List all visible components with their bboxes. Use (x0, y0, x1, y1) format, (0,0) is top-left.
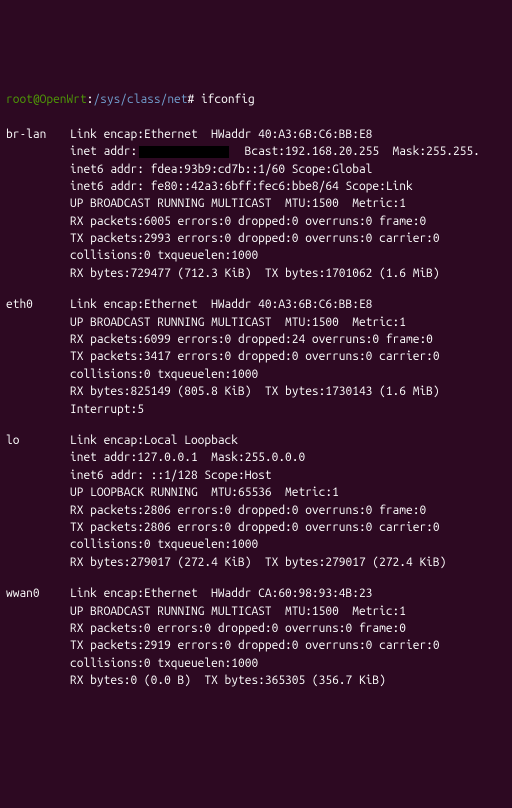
interface-block: loLink encap:Local Loopback inet addr:127… (6, 432, 506, 571)
output-line: inet addr:127.0.0.1 Mask:255.0.0.0 (6, 449, 506, 466)
terminal-output[interactable]: root@OpenWrt:/sys/class/net# ifconfig br… (6, 74, 506, 721)
line-text: TX packets:2919 errors:0 dropped:0 overr… (70, 639, 440, 652)
interface-name: br-lan (6, 126, 70, 143)
output-line: UP BROADCAST RUNNING MULTICAST MTU:1500 … (6, 603, 506, 620)
output-line: UP BROADCAST RUNNING MULTICAST MTU:1500 … (6, 314, 506, 331)
prompt-line: root@OpenWrt:/sys/class/net# ifconfig (6, 91, 506, 108)
output-line: TX packets:3417 errors:0 dropped:0 overr… (6, 348, 506, 365)
output-line: eth0Link encap:Ethernet HWaddr 40:A3:6B:… (6, 296, 506, 313)
output-line: RX bytes:825149 (805.8 KiB) TX bytes:173… (6, 383, 506, 400)
line-text: inet6 addr: ::1/128 Scope:Host (70, 469, 272, 482)
line-text: RX bytes:279017 (272.4 KiB) TX bytes:279… (70, 556, 446, 569)
prompt-at: @ (33, 93, 40, 106)
line-text: TX packets:2993 errors:0 dropped:0 overr… (70, 232, 440, 245)
prompt-command: ifconfig (201, 93, 255, 106)
interface-name: eth0 (6, 296, 70, 313)
line-text: collisions:0 txqueuelen:1000 (70, 657, 258, 670)
output-line: RX packets:0 errors:0 dropped:0 overruns… (6, 620, 506, 637)
line-text: collisions:0 txqueuelen:1000 (70, 249, 258, 262)
line-text: Interrupt:5 (70, 403, 144, 416)
line-text: inet addr: (70, 145, 137, 158)
output-line: UP LOOPBACK RUNNING MTU:65536 Metric:1 (6, 484, 506, 501)
line-text: inet addr:127.0.0.1 Mask:255.0.0.0 (70, 451, 305, 464)
line-text: Link encap:Ethernet HWaddr 40:A3:6B:C6:B… (70, 298, 372, 311)
output-line: RX packets:2806 errors:0 dropped:0 overr… (6, 502, 506, 519)
output-line: collisions:0 txqueuelen:1000 (6, 366, 506, 383)
output-line: RX bytes:279017 (272.4 KiB) TX bytes:279… (6, 554, 506, 571)
line-text: UP BROADCAST RUNNING MULTICAST MTU:1500 … (70, 316, 406, 329)
line-text: collisions:0 txqueuelen:1000 (70, 538, 258, 551)
line-text: UP BROADCAST RUNNING MULTICAST MTU:1500 … (70, 605, 406, 618)
interface-block: eth0Link encap:Ethernet HWaddr 40:A3:6B:… (6, 296, 506, 418)
output-line: loLink encap:Local Loopback (6, 432, 506, 449)
output-line: wwan0Link encap:Ethernet HWaddr CA:60:98… (6, 585, 506, 602)
output-line: TX packets:2806 errors:0 dropped:0 overr… (6, 519, 506, 536)
line-text: Link encap:Local Loopback (70, 434, 238, 447)
line-text: inet6 addr: fdea:93b9:cd7b::1/60 Scope:G… (70, 163, 372, 176)
line-text: collisions:0 txqueuelen:1000 (70, 368, 258, 381)
output-line: RX bytes:0 (0.0 B) TX bytes:365305 (356.… (6, 672, 506, 689)
interface-block: wwan0Link encap:Ethernet HWaddr CA:60:98… (6, 585, 506, 689)
line-text: RX packets:0 errors:0 dropped:0 overruns… (70, 622, 406, 635)
output-line: RX bytes:729477 (712.3 KiB) TX bytes:170… (6, 265, 506, 282)
line-text: RX bytes:729477 (712.3 KiB) TX bytes:170… (70, 267, 440, 280)
output-line: TX packets:2993 errors:0 dropped:0 overr… (6, 230, 506, 247)
prompt-host: OpenWrt (40, 93, 87, 106)
output-line: TX packets:2919 errors:0 dropped:0 overr… (6, 637, 506, 654)
output-line: inet addr: Bcast:192.168.20.255 Mask:255… (6, 143, 506, 160)
line-text: RX packets:6099 errors:0 dropped:24 over… (70, 333, 433, 346)
prompt-user: root (6, 93, 33, 106)
output-line: br-lanLink encap:Ethernet HWaddr 40:A3:6… (6, 126, 506, 143)
output-line: collisions:0 txqueuelen:1000 (6, 247, 506, 264)
line-text: RX bytes:0 (0.0 B) TX bytes:365305 (356.… (70, 674, 386, 687)
output-line: Interrupt:5 (6, 401, 506, 418)
line-text: RX packets:2806 errors:0 dropped:0 overr… (70, 504, 426, 517)
redacted-ip (139, 146, 229, 158)
line-text: Bcast:192.168.20.255 Mask:255.255. (231, 145, 480, 158)
output-line: RX packets:6005 errors:0 dropped:0 overr… (6, 213, 506, 230)
interface-block: br-lanLink encap:Ethernet HWaddr 40:A3:6… (6, 126, 506, 283)
output-line: inet6 addr: fdea:93b9:cd7b::1/60 Scope:G… (6, 161, 506, 178)
prompt-path: /sys/class/net (93, 93, 187, 106)
interface-name: lo (6, 432, 70, 449)
line-text: RX bytes:825149 (805.8 KiB) TX bytes:173… (70, 385, 440, 398)
output-line: UP BROADCAST RUNNING MULTICAST MTU:1500 … (6, 195, 506, 212)
line-text: TX packets:3417 errors:0 dropped:0 overr… (70, 350, 440, 363)
line-text: UP BROADCAST RUNNING MULTICAST MTU:1500 … (70, 197, 406, 210)
line-text: TX packets:2806 errors:0 dropped:0 overr… (70, 521, 440, 534)
line-text: Link encap:Ethernet HWaddr CA:60:98:93:4… (70, 587, 372, 600)
line-text: inet6 addr: fe80::42a3:6bff:fec6:bbe8/64… (70, 180, 413, 193)
output-line: collisions:0 txqueuelen:1000 (6, 536, 506, 553)
interface-name: wwan0 (6, 585, 70, 602)
output-line: RX packets:6099 errors:0 dropped:24 over… (6, 331, 506, 348)
prompt-hash: # (188, 93, 201, 106)
output-line: inet6 addr: ::1/128 Scope:Host (6, 467, 506, 484)
output-line: collisions:0 txqueuelen:1000 (6, 655, 506, 672)
line-text: Link encap:Ethernet HWaddr 40:A3:6B:C6:B… (70, 128, 372, 141)
line-text: RX packets:6005 errors:0 dropped:0 overr… (70, 215, 426, 228)
output-line: inet6 addr: fe80::42a3:6bff:fec6:bbe8/64… (6, 178, 506, 195)
line-text: UP LOOPBACK RUNNING MTU:65536 Metric:1 (70, 486, 339, 499)
